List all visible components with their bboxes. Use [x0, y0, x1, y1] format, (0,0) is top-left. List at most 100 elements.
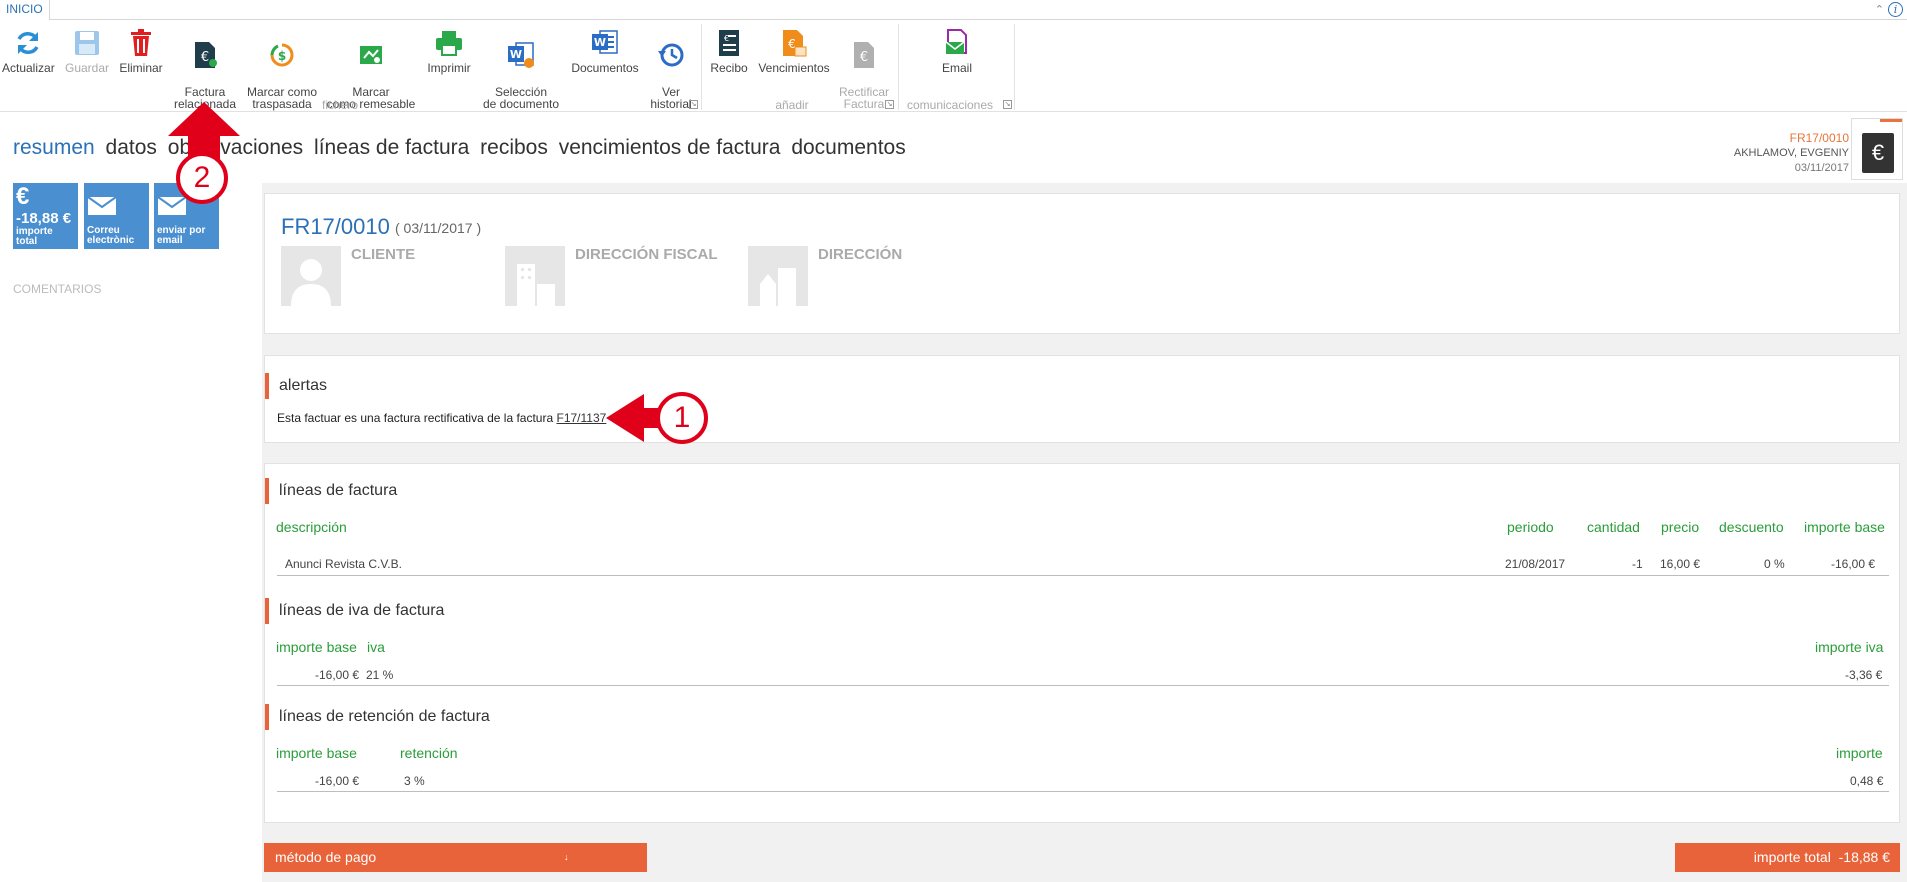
- documentos-button[interactable]: W Documentos: [570, 28, 640, 74]
- party-direccion[interactable]: DIRECCIÓN: [748, 246, 902, 306]
- email-label: Email: [941, 61, 972, 75]
- invoice-lines-card: líneas de factura descripción periodo ca…: [264, 463, 1900, 823]
- anadir-launcher-icon[interactable]: ↘: [885, 100, 894, 109]
- info-icon[interactable]: i: [1888, 2, 1903, 17]
- ribbon: Actualizar Guardar Eliminar € Factura re…: [0, 20, 1907, 112]
- alert-text: Esta factuar es una factura rectificativ…: [277, 411, 554, 425]
- col-cantidad: cantidad: [1587, 519, 1640, 535]
- email-button[interactable]: Email: [912, 28, 1002, 74]
- annotation-badge-2: 2: [176, 152, 228, 204]
- party-cliente-label: CLIENTE: [351, 246, 416, 263]
- tab-vencimientos-factura[interactable]: vencimientos de factura: [559, 136, 781, 159]
- svg-text:W: W: [594, 36, 606, 49]
- vencimientos-label: Vencimientos: [758, 61, 830, 75]
- importe-total-bar: importe total -18,88 €: [1675, 843, 1900, 872]
- top-tab-strip: INICIO ⌃ i: [0, 0, 1907, 20]
- tile-correu-electronic[interactable]: Correu electrònic: [84, 183, 149, 249]
- annotation-badge-1: 1: [656, 392, 708, 444]
- recibo-label: Recibo: [710, 61, 748, 75]
- party-direccion-fiscal[interactable]: DIRECCIÓN FISCAL: [505, 246, 718, 306]
- record-client: AKHLAMOV, EVGENIY: [1733, 147, 1849, 159]
- tab-recibos[interactable]: recibos: [480, 136, 548, 159]
- col-precio: precio: [1661, 519, 1700, 535]
- cell-cantidad: -1: [1632, 557, 1643, 571]
- col-iva: iva: [367, 639, 385, 655]
- invoice-date: ( 03/11/2017 ): [395, 220, 482, 236]
- comunicaciones-launcher-icon[interactable]: ↘: [1003, 100, 1012, 109]
- collapse-ribbon-icon[interactable]: ⌃: [1875, 3, 1884, 16]
- page-tabs: resumen datos observaciones líneas de fa…: [13, 136, 911, 160]
- col-importe-base: importe base: [1804, 519, 1885, 535]
- invoice-header-card: FR17/0010 ( 03/11/2017 ) CLIENTE DIRECCI…: [264, 193, 1900, 334]
- fichero-launcher-icon[interactable]: ↘: [689, 100, 698, 109]
- comentarios-label[interactable]: COMENTARIOS: [13, 282, 101, 296]
- word-select-icon: W: [507, 40, 535, 70]
- tile-send-label: enviar por email: [157, 225, 206, 246]
- cell-ret-importe-base: -16,00 €: [315, 774, 360, 788]
- svg-text:W: W: [510, 48, 522, 61]
- envelope-icon: [87, 196, 146, 220]
- tab-lineas-factura[interactable]: líneas de factura: [314, 136, 469, 159]
- party-direccion-label: DIRECCIÓN: [818, 246, 903, 263]
- documentos-label: Documentos: [571, 61, 639, 75]
- cell-descuento: 0 %: [1764, 557, 1785, 571]
- record-header: FR17/0010 AKHLAMOV, EVGENIY 03/11/2017: [1734, 131, 1849, 176]
- cell-descripcion: Anunci Revista C.V.B.: [285, 557, 402, 571]
- tab-inicio[interactable]: INICIO: [0, 0, 50, 20]
- metodo-pago-selector[interactable]: método de pago ↓: [264, 843, 647, 872]
- related-invoice-link[interactable]: F17/1137: [556, 411, 606, 425]
- retencion-title: líneas de retención de factura: [265, 704, 490, 730]
- remittable-icon: [357, 40, 385, 70]
- cell-importe-iva: -3,36 €: [1845, 668, 1883, 682]
- party-fiscal-label: DIRECCIÓN FISCAL: [575, 246, 718, 263]
- building-placeholder-icon: [505, 246, 565, 306]
- imprimir-button[interactable]: Imprimir: [424, 28, 474, 74]
- actualizar-label: Actualizar: [2, 61, 55, 75]
- tab-documentos[interactable]: documentos: [791, 136, 905, 159]
- tile-importe-total[interactable]: € -18,88 € importe total: [13, 183, 78, 249]
- row-divider: [277, 791, 1889, 792]
- tile-email-label: Correu electrònic: [87, 225, 135, 246]
- alert-message: Esta factuar es una factura rectificativ…: [277, 411, 606, 425]
- imprimir-label: Imprimir: [427, 61, 471, 75]
- actualizar-button[interactable]: Actualizar: [2, 28, 55, 75]
- eliminar-button[interactable]: Eliminar: [118, 28, 164, 74]
- record-date: 03/11/2017: [1794, 162, 1849, 174]
- cell-iva-importe-base: -16,00 €: [315, 668, 360, 682]
- refresh-icon: [14, 28, 42, 58]
- record-tile-accent: [1880, 119, 1902, 122]
- party-cliente[interactable]: CLIENTE: [281, 246, 415, 306]
- recibo-button[interactable]: € Recibo: [706, 28, 752, 74]
- receipt-icon: €: [715, 28, 743, 58]
- group-fichero-label: fichero: [321, 98, 359, 112]
- email-icon: [943, 28, 971, 58]
- history-icon: [657, 40, 685, 70]
- due-dates-icon: €: [780, 28, 808, 58]
- col-ret-importe-base: importe base: [276, 745, 357, 761]
- tab-datos[interactable]: datos: [106, 136, 157, 159]
- person-placeholder-icon: [281, 246, 341, 306]
- col-descuento: descuento: [1719, 519, 1784, 535]
- euro-icon: €: [16, 183, 30, 210]
- svg-text:$: $: [278, 49, 286, 63]
- svg-text:€: €: [201, 50, 209, 65]
- row-divider: [277, 575, 1889, 576]
- col-importe: importe: [1836, 745, 1883, 761]
- vencimientos-button[interactable]: € Vencimientos: [756, 28, 832, 74]
- tab-resumen[interactable]: resumen: [13, 136, 95, 159]
- transfer-icon: $: [268, 40, 296, 70]
- cell-retencion: 3 %: [404, 774, 425, 788]
- importe-total-value: -18,88 €: [1838, 849, 1890, 865]
- cell-iva: 21 %: [366, 668, 394, 682]
- dropdown-icon: ↓: [564, 852, 569, 862]
- tile-total-label: importe total: [16, 226, 53, 247]
- invoice-number: FR17/0010: [281, 214, 390, 239]
- printer-icon: [435, 28, 463, 58]
- cell-precio: 16,00 €: [1660, 557, 1701, 571]
- guardar-button[interactable]: Guardar: [64, 28, 110, 74]
- svg-text:€: €: [860, 50, 868, 65]
- group-comunicaciones-label: comunicaciones: [906, 98, 994, 112]
- col-periodo: periodo: [1507, 519, 1554, 535]
- iva-title: líneas de iva de factura: [265, 598, 444, 624]
- top-right-icons: ⌃ i: [1875, 2, 1903, 17]
